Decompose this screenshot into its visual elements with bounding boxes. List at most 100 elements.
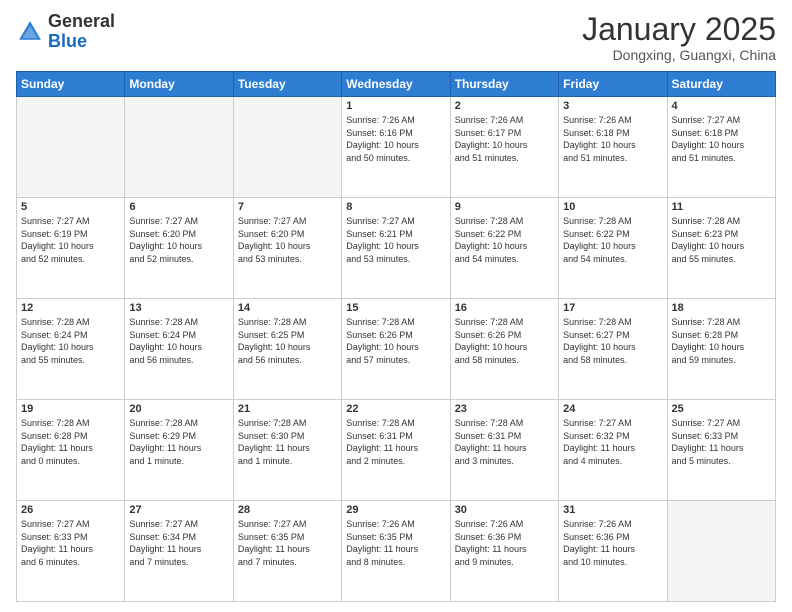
weekday-header: Saturday (667, 72, 775, 97)
day-info: Sunrise: 7:28 AM Sunset: 6:29 PM Dayligh… (129, 417, 228, 467)
calendar-cell: 11Sunrise: 7:28 AM Sunset: 6:23 PM Dayli… (667, 198, 775, 299)
day-number: 23 (455, 403, 554, 415)
day-number: 25 (672, 403, 771, 415)
calendar-cell: 12 Sunrise: 7:28 AM Sunset: 6:24 PM Dayli… (17, 299, 125, 400)
weekday-header: Friday (559, 72, 667, 97)
calendar-cell: 23Sunrise: 7:28 AM Sunset: 6:31 PM Dayli… (450, 400, 558, 501)
day-number: 28 (238, 504, 337, 516)
day-info: Sunrise: 7:26 AM Sunset: 6:36 PM Dayligh… (455, 518, 554, 568)
day-info: Sunrise: 7:26 AM Sunset: 6:17 PM Dayligh… (455, 114, 554, 164)
week-row: 26 Sunrise: 7:27 AM Sunset: 6:33 PM Dayli… (17, 501, 776, 602)
day-number: 21 (238, 403, 337, 415)
header-row: SundayMondayTuesdayWednesdayThursdayFrid… (17, 72, 776, 97)
calendar-cell: 25 Sunrise: 7:27 AM Sunset: 6:33 PM Dayli… (667, 400, 775, 501)
day-info: Sunrise: 7:27 AM Sunset: 6:33 PM Dayligh… (21, 518, 120, 568)
day-number: 30 (455, 504, 554, 516)
calendar-cell: 3Sunrise: 7:26 AM Sunset: 6:18 PM Daylig… (559, 97, 667, 198)
calendar-cell: 9Sunrise: 7:28 AM Sunset: 6:22 PM Daylig… (450, 198, 558, 299)
calendar-cell: 13 Sunrise: 7:28 AM Sunset: 6:24 PM Dayli… (125, 299, 233, 400)
day-number: 22 (346, 403, 445, 415)
week-row: 12 Sunrise: 7:28 AM Sunset: 6:24 PM Dayli… (17, 299, 776, 400)
calendar-cell (667, 501, 775, 602)
day-info: Sunrise: 7:28 AM Sunset: 6:22 PM Dayligh… (563, 215, 662, 265)
day-number: 20 (129, 403, 228, 415)
logo-icon (16, 18, 44, 46)
day-info: Sunrise: 7:28 AM Sunset: 6:26 PM Dayligh… (346, 316, 445, 366)
calendar-table: SundayMondayTuesdayWednesdayThursdayFrid… (16, 71, 776, 602)
month-title: January 2025 (582, 12, 776, 47)
day-number: 26 (21, 504, 120, 516)
location: Dongxing, Guangxi, China (582, 47, 776, 63)
calendar-cell: 7 Sunrise: 7:27 AM Sunset: 6:20 PM Daylig… (233, 198, 341, 299)
day-number: 11 (672, 201, 771, 213)
weekday-header: Sunday (17, 72, 125, 97)
calendar-cell: 4Sunrise: 7:27 AM Sunset: 6:18 PM Daylig… (667, 97, 775, 198)
day-number: 6 (129, 201, 228, 213)
calendar-cell: 6 Sunrise: 7:27 AM Sunset: 6:20 PM Daylig… (125, 198, 233, 299)
day-info: Sunrise: 7:28 AM Sunset: 6:28 PM Dayligh… (672, 316, 771, 366)
calendar-cell (233, 97, 341, 198)
logo-general: General (48, 11, 115, 31)
day-number: 16 (455, 302, 554, 314)
day-info: Sunrise: 7:27 AM Sunset: 6:34 PM Dayligh… (129, 518, 228, 568)
day-info: Sunrise: 7:28 AM Sunset: 6:24 PM Dayligh… (129, 316, 228, 366)
day-info: Sunrise: 7:27 AM Sunset: 6:21 PM Dayligh… (346, 215, 445, 265)
day-number: 10 (563, 201, 662, 213)
calendar-cell: 5 Sunrise: 7:27 AM Sunset: 6:19 PM Daylig… (17, 198, 125, 299)
day-number: 13 (129, 302, 228, 314)
day-info: Sunrise: 7:28 AM Sunset: 6:28 PM Dayligh… (21, 417, 120, 467)
title-block: January 2025 Dongxing, Guangxi, China (582, 12, 776, 63)
day-info: Sunrise: 7:28 AM Sunset: 6:31 PM Dayligh… (346, 417, 445, 467)
calendar-cell: 22 Sunrise: 7:28 AM Sunset: 6:31 PM Dayli… (342, 400, 450, 501)
week-row: 1 Sunrise: 7:26 AM Sunset: 6:16 PM Daylig… (17, 97, 776, 198)
calendar-cell (125, 97, 233, 198)
day-info: Sunrise: 7:28 AM Sunset: 6:26 PM Dayligh… (455, 316, 554, 366)
logo-blue: Blue (48, 31, 87, 51)
calendar-cell (17, 97, 125, 198)
day-info: Sunrise: 7:28 AM Sunset: 6:24 PM Dayligh… (21, 316, 120, 366)
day-info: Sunrise: 7:27 AM Sunset: 6:33 PM Dayligh… (672, 417, 771, 467)
day-number: 7 (238, 201, 337, 213)
day-info: Sunrise: 7:26 AM Sunset: 6:18 PM Dayligh… (563, 114, 662, 164)
day-info: Sunrise: 7:26 AM Sunset: 6:36 PM Dayligh… (563, 518, 662, 568)
page: General Blue January 2025 Dongxing, Guan… (0, 0, 792, 612)
calendar-cell: 16 Sunrise: 7:28 AM Sunset: 6:26 PM Dayli… (450, 299, 558, 400)
calendar-cell: 14 Sunrise: 7:28 AM Sunset: 6:25 PM Dayli… (233, 299, 341, 400)
calendar-cell: 1 Sunrise: 7:26 AM Sunset: 6:16 PM Daylig… (342, 97, 450, 198)
day-number: 5 (21, 201, 120, 213)
weekday-header: Tuesday (233, 72, 341, 97)
day-number: 12 (21, 302, 120, 314)
day-info: Sunrise: 7:27 AM Sunset: 6:20 PM Dayligh… (129, 215, 228, 265)
calendar-cell: 15Sunrise: 7:28 AM Sunset: 6:26 PM Dayli… (342, 299, 450, 400)
logo-text: General Blue (48, 12, 115, 52)
calendar-cell: 8 Sunrise: 7:27 AM Sunset: 6:21 PM Daylig… (342, 198, 450, 299)
day-number: 14 (238, 302, 337, 314)
calendar-cell: 20 Sunrise: 7:28 AM Sunset: 6:29 PM Dayli… (125, 400, 233, 501)
weekday-header: Wednesday (342, 72, 450, 97)
day-info: Sunrise: 7:27 AM Sunset: 6:20 PM Dayligh… (238, 215, 337, 265)
day-number: 8 (346, 201, 445, 213)
day-info: Sunrise: 7:27 AM Sunset: 6:19 PM Dayligh… (21, 215, 120, 265)
calendar-cell: 19 Sunrise: 7:28 AM Sunset: 6:28 PM Dayli… (17, 400, 125, 501)
day-number: 18 (672, 302, 771, 314)
calendar-cell: 30 Sunrise: 7:26 AM Sunset: 6:36 PM Dayli… (450, 501, 558, 602)
day-number: 17 (563, 302, 662, 314)
calendar-cell: 18 Sunrise: 7:28 AM Sunset: 6:28 PM Dayli… (667, 299, 775, 400)
header: General Blue January 2025 Dongxing, Guan… (16, 12, 776, 63)
day-info: Sunrise: 7:26 AM Sunset: 6:35 PM Dayligh… (346, 518, 445, 568)
day-info: Sunrise: 7:28 AM Sunset: 6:27 PM Dayligh… (563, 316, 662, 366)
calendar-cell: 26 Sunrise: 7:27 AM Sunset: 6:33 PM Dayli… (17, 501, 125, 602)
calendar-cell: 24Sunrise: 7:27 AM Sunset: 6:32 PM Dayli… (559, 400, 667, 501)
calendar-cell: 21Sunrise: 7:28 AM Sunset: 6:30 PM Dayli… (233, 400, 341, 501)
day-info: Sunrise: 7:26 AM Sunset: 6:16 PM Dayligh… (346, 114, 445, 164)
day-number: 19 (21, 403, 120, 415)
calendar-cell: 28Sunrise: 7:27 AM Sunset: 6:35 PM Dayli… (233, 501, 341, 602)
day-number: 1 (346, 100, 445, 112)
day-number: 29 (346, 504, 445, 516)
day-number: 31 (563, 504, 662, 516)
day-info: Sunrise: 7:27 AM Sunset: 6:18 PM Dayligh… (672, 114, 771, 164)
calendar-cell: 31 Sunrise: 7:26 AM Sunset: 6:36 PM Dayli… (559, 501, 667, 602)
day-info: Sunrise: 7:27 AM Sunset: 6:32 PM Dayligh… (563, 417, 662, 467)
day-info: Sunrise: 7:28 AM Sunset: 6:22 PM Dayligh… (455, 215, 554, 265)
day-info: Sunrise: 7:28 AM Sunset: 6:25 PM Dayligh… (238, 316, 337, 366)
